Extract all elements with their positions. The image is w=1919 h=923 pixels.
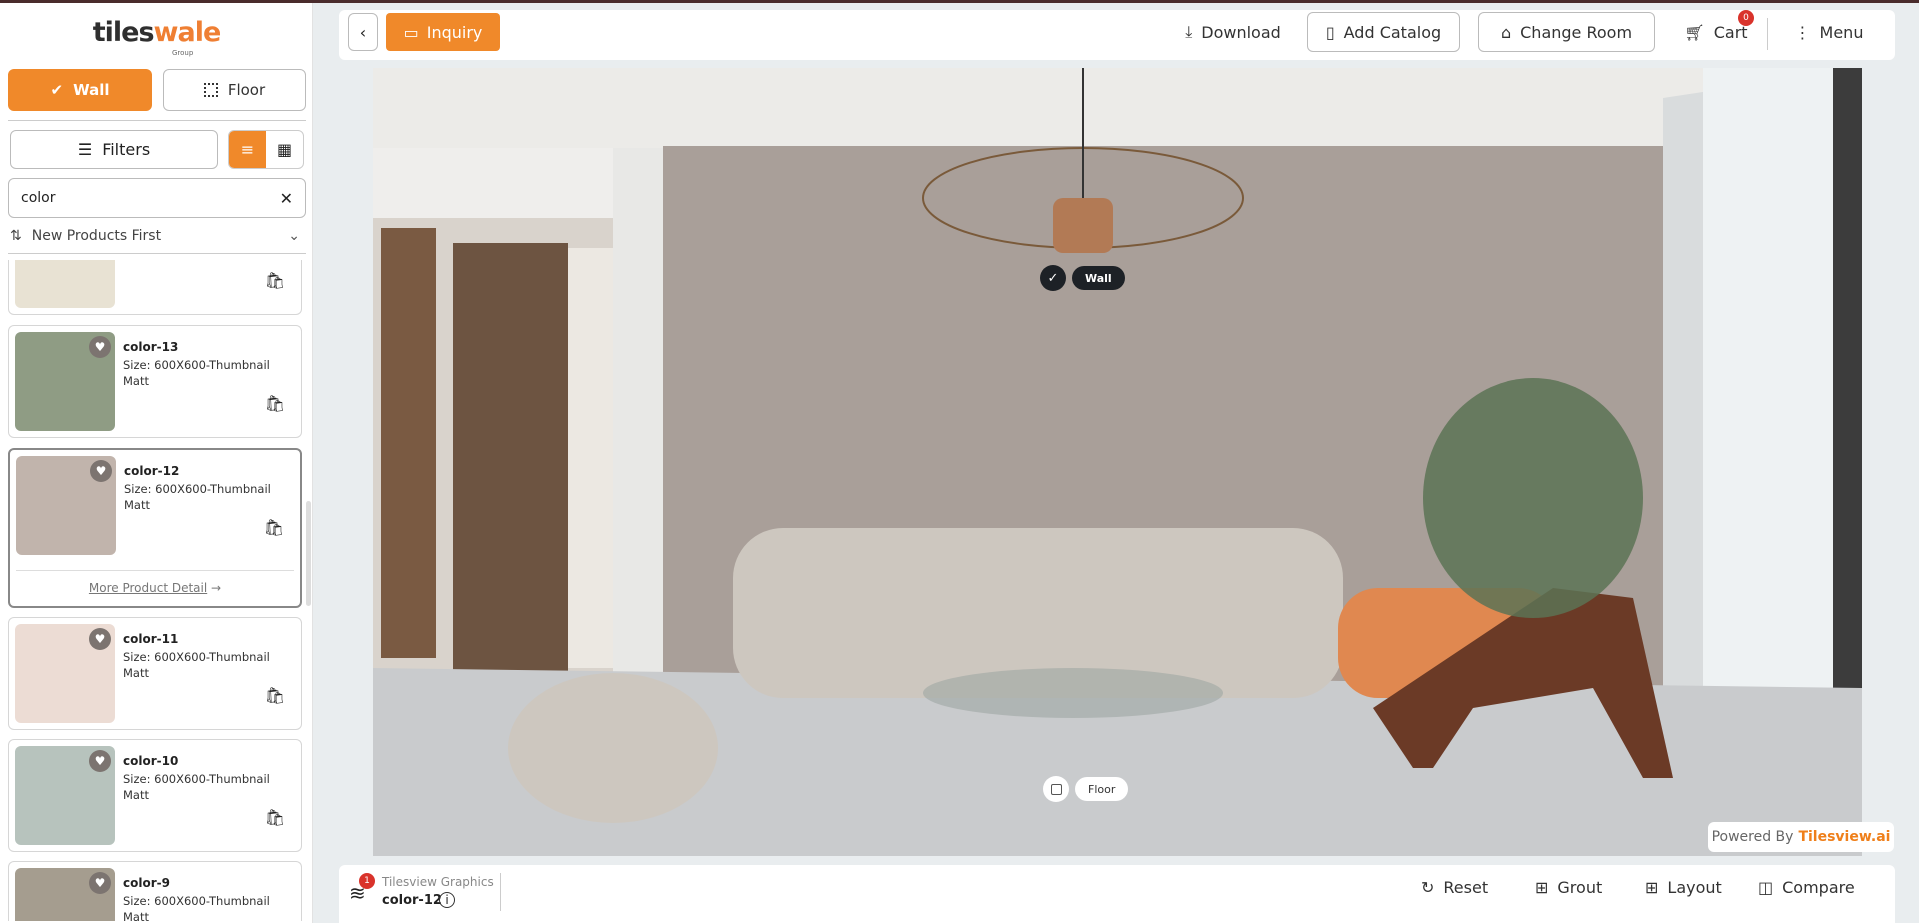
floor-tab[interactable]: Floor: [163, 69, 306, 111]
chevron-down-icon: ⌄: [288, 228, 300, 244]
product-card[interactable]: ♥ color-11 Size: 600X600-Thumbnail Matt 🛍…: [8, 617, 302, 730]
more-vertical-icon: ⋮: [1794, 22, 1811, 42]
add-to-cart-icon[interactable]: 🛍︎: [265, 394, 285, 413]
add-to-cart-icon[interactable]: 🛍︎: [265, 808, 285, 827]
floor-tag-label: Floor: [1075, 777, 1129, 801]
view-toggle: ≡ ▦: [228, 130, 304, 169]
floor-square-icon: [203, 83, 218, 97]
download-icon: ⤓: [1185, 22, 1193, 41]
product-finish: Matt: [123, 910, 149, 921]
download-button[interactable]: ⤓ Download: [1173, 12, 1293, 52]
filters-button[interactable]: ☰ Filters: [10, 130, 218, 169]
info-icon[interactable]: i: [439, 892, 455, 908]
scrollbar[interactable]: [306, 501, 311, 606]
product-list: 🛍︎ ♥ color-13 Size: 600X600-Thumbnail Mat…: [0, 260, 313, 923]
inquiry-button[interactable]: ▭ Inquiry: [386, 13, 500, 51]
product-name: color-12: [124, 464, 180, 478]
product-size: Size: 600X600-Thumbnail: [124, 482, 271, 496]
heart-icon[interactable]: ♥: [89, 872, 111, 894]
chat-icon: ▭: [403, 22, 419, 42]
layers-count-badge: 1: [359, 873, 375, 889]
menu-button[interactable]: ⋮ Menu: [1789, 12, 1869, 52]
powered-by-badge[interactable]: Powered By Tilesview.ai: [1708, 822, 1894, 852]
grid-icon: ⊞: [1535, 878, 1549, 897]
product-card[interactable]: ♥ color-12 Size: 600X600-Thumbnail Matt 🛍…: [8, 448, 302, 608]
product-finish: Matt: [123, 666, 149, 680]
checkbox-icon: [1043, 776, 1069, 802]
clear-icon[interactable]: ✕: [280, 189, 293, 208]
product-name: color-10: [123, 754, 179, 768]
product-card[interactable]: 🛍︎: [8, 260, 302, 315]
home-icon: ⌂: [1500, 22, 1512, 42]
layout-icon: ⊞: [1645, 878, 1659, 897]
chevron-left-icon: ‹: [359, 22, 367, 42]
product-size: Size: 600X600-Thumbnail: [123, 894, 270, 908]
selected-product-name: color-12: [382, 893, 442, 908]
floor-surface-tag[interactable]: Floor: [1043, 776, 1129, 802]
heart-icon[interactable]: ♥: [90, 460, 112, 482]
product-finish: Matt: [124, 498, 150, 512]
add-to-cart-icon[interactable]: 🛍︎: [265, 686, 285, 705]
heart-icon[interactable]: ♥: [89, 336, 111, 358]
wall-surface-tag[interactable]: ✓ Wall: [1040, 265, 1125, 291]
refresh-icon: ↻: [1421, 878, 1435, 897]
grout-button[interactable]: ⊞ Grout: [1535, 878, 1602, 897]
divider: [8, 120, 306, 121]
add-catalog-button[interactable]: ▯ Add Catalog: [1307, 12, 1460, 52]
wall-tag-label: Wall: [1072, 266, 1125, 290]
catalog-icon: ▯: [1325, 22, 1335, 42]
change-room-button[interactable]: ⌂ Change Room: [1478, 12, 1655, 52]
search-input[interactable]: [21, 190, 261, 206]
product-size: Size: 600X600-Thumbnail: [123, 358, 270, 372]
source-label: Tilesview Graphics: [382, 875, 494, 889]
grid-view-button[interactable]: ▦: [266, 131, 303, 168]
reset-button[interactable]: ↻ Reset: [1421, 878, 1488, 897]
wall-tab[interactable]: ✔ Wall: [8, 69, 152, 111]
product-name: color-11: [123, 632, 179, 646]
cart-button[interactable]: 🛒︎ Cart 0: [1676, 10, 1756, 52]
divider: [1767, 18, 1768, 50]
check-icon: ✓: [1040, 265, 1066, 291]
more-product-detail-link[interactable]: More Product Detail →: [16, 570, 294, 595]
product-name: color-13: [123, 340, 179, 354]
sort-label: New Products First: [31, 228, 162, 244]
heart-icon[interactable]: ♥: [89, 628, 111, 650]
layout-button[interactable]: ⊞ Layout: [1645, 878, 1722, 897]
product-size: Size: 600X600-Thumbnail: [123, 650, 270, 664]
compare-button[interactable]: ◫ Compare: [1758, 878, 1855, 897]
room-scene: [373, 68, 1862, 856]
product-size: Size: 600X600-Thumbnail: [123, 772, 270, 786]
sort-select[interactable]: ⇅ New Products First ⌄: [10, 228, 300, 244]
compare-icon: ◫: [1758, 878, 1774, 897]
sliders-icon: ☰: [77, 140, 93, 159]
product-card[interactable]: ♥ color-13 Size: 600X600-Thumbnail Matt 🛍…: [8, 325, 302, 438]
product-name: color-9: [123, 876, 170, 890]
product-swatch[interactable]: [15, 260, 115, 308]
product-card[interactable]: ♥ color-9 Size: 600X600-Thumbnail Matt: [8, 861, 302, 921]
cart-count-badge: 0: [1738, 10, 1754, 26]
room-visualizer[interactable]: ✓ Wall Floor: [373, 68, 1862, 856]
bottom-toolbar: ≋ 1 Tilesview Graphics color-12 i ↻ Reset…: [339, 865, 1895, 923]
search-field: ✕: [8, 178, 306, 218]
sidebar: tileswale Group ✔ Wall Floor ☰ Filters ≡ ▦ …: [0, 3, 313, 923]
top-toolbar: ‹ ▭ Inquiry ⤓ Download ▯ Add Catalog ⌂ Chang…: [339, 10, 1895, 60]
heart-icon[interactable]: ♥: [89, 750, 111, 772]
divider: [500, 873, 501, 911]
product-finish: Matt: [123, 788, 149, 802]
logo: tileswale Group: [92, 17, 222, 57]
divider: [8, 253, 306, 254]
product-finish: Matt: [123, 374, 149, 388]
back-button[interactable]: ‹: [348, 13, 378, 51]
add-to-cart-icon[interactable]: 🛍︎: [264, 518, 284, 537]
list-view-button[interactable]: ≡: [229, 131, 266, 168]
product-card[interactable]: ♥ color-10 Size: 600X600-Thumbnail Matt 🛍…: [8, 739, 302, 852]
add-to-cart-icon[interactable]: 🛍︎: [265, 271, 285, 290]
badge-check-icon: ✔: [50, 81, 64, 99]
sort-icon: ⇅: [10, 228, 22, 244]
cart-icon: 🛒︎: [1684, 22, 1705, 42]
